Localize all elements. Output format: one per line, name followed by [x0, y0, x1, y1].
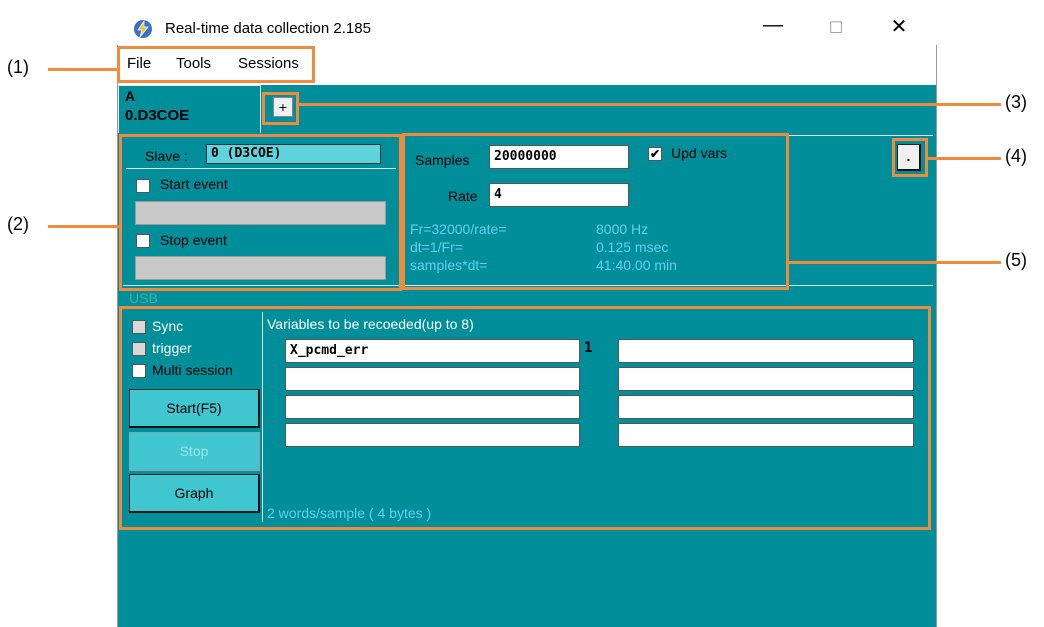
- callout-label-1: (1): [7, 57, 29, 77]
- callout-label-4: (4): [1005, 146, 1027, 166]
- window-title: Real-time data collection 2.185: [165, 20, 371, 37]
- usb-label: USB: [129, 290, 158, 306]
- callout-label-2: (2): [7, 214, 29, 234]
- callout-box-4: [892, 138, 928, 177]
- tab-label-line1: A: [125, 88, 136, 104]
- callout-line-1: [48, 68, 118, 71]
- app-logo-icon: [134, 19, 152, 38]
- callout-line-4: [928, 157, 1001, 160]
- minimize-icon[interactable]: —: [762, 14, 784, 40]
- callout-label-3: (3): [1005, 92, 1027, 112]
- maximize-icon[interactable]: ☐: [825, 18, 847, 40]
- callout-box-2b: [119, 306, 931, 530]
- callout-line-5: [789, 261, 1001, 264]
- callout-box-5: [402, 133, 789, 290]
- callout-line-3: [299, 103, 1001, 106]
- callout-box-1: [117, 46, 315, 83]
- callout-box-2a: [119, 134, 402, 291]
- close-icon[interactable]: ✕: [888, 14, 910, 40]
- callout-label-5: (5): [1005, 250, 1027, 270]
- callout-box-3: [262, 92, 299, 125]
- tab-label-line2: 0.D3COE: [125, 107, 190, 124]
- callout-line-2: [48, 225, 121, 228]
